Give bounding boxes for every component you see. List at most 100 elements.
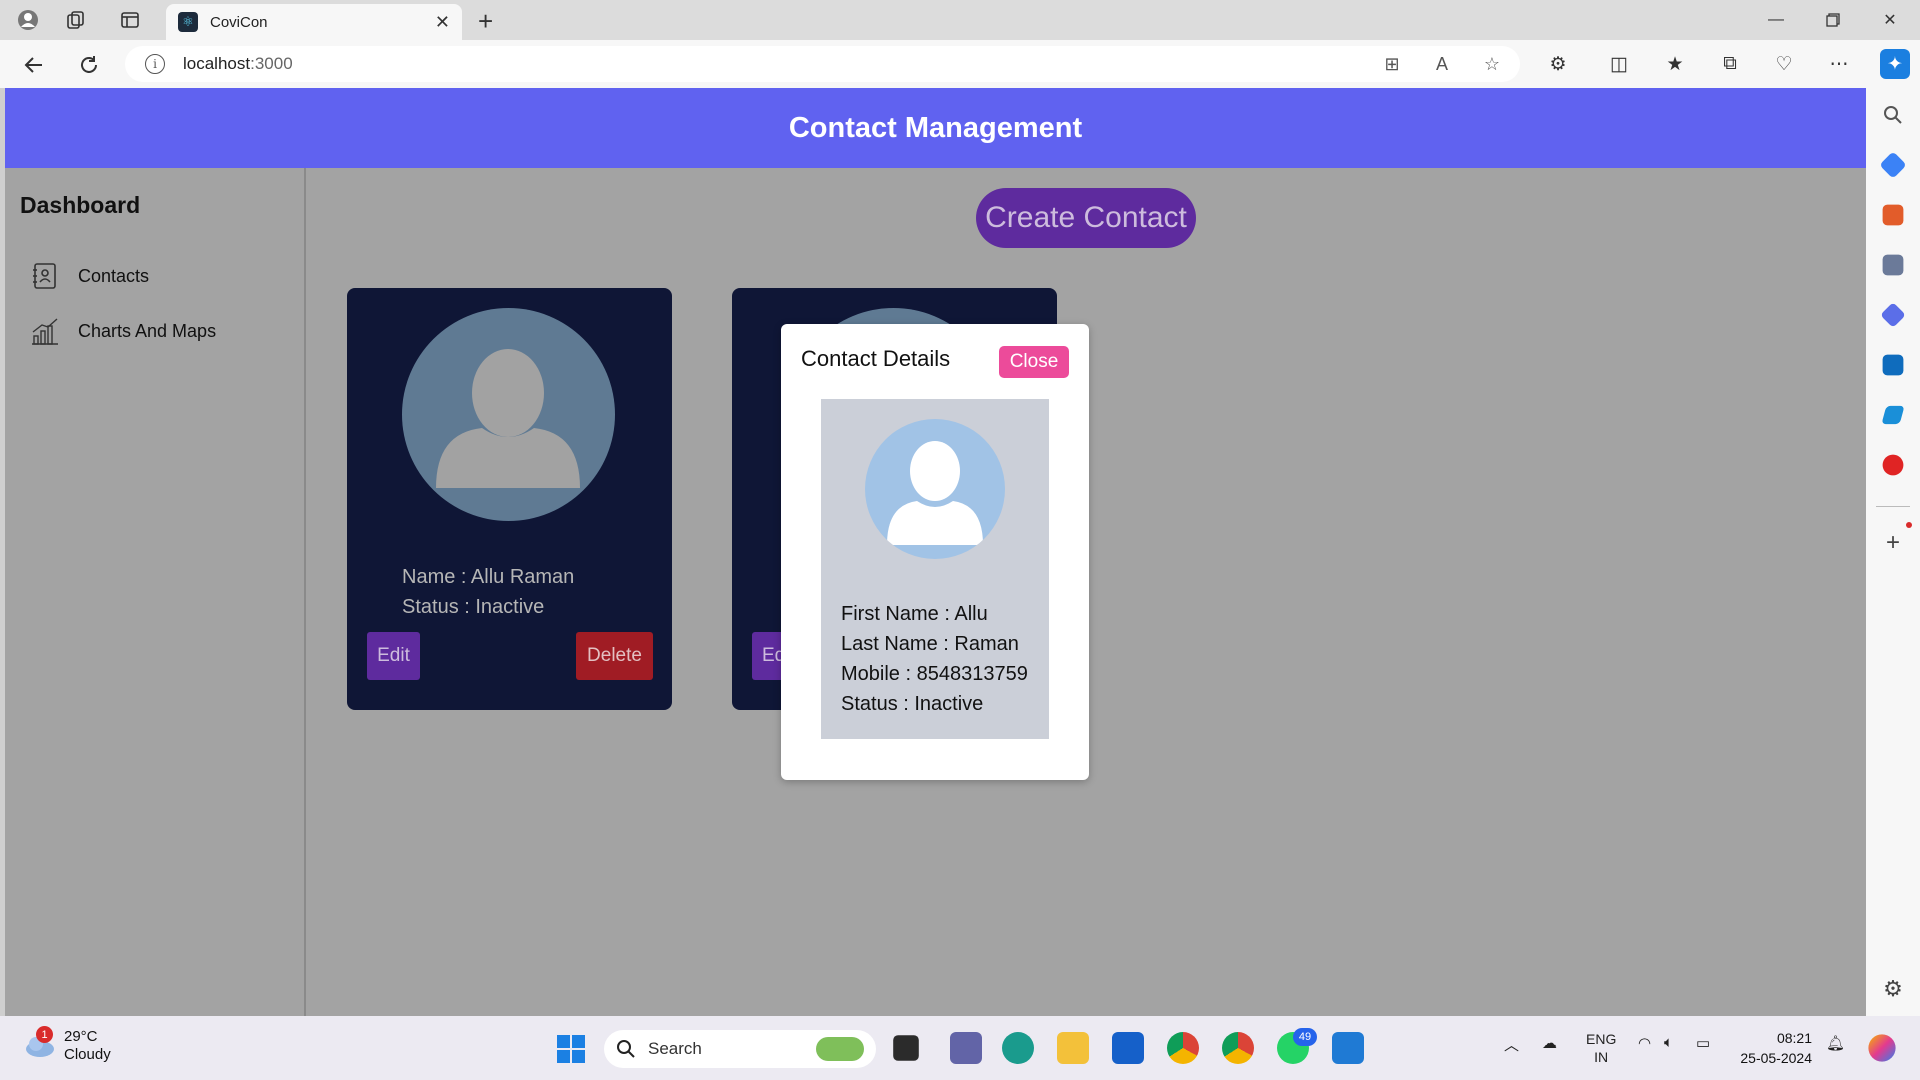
edge-browser-icon[interactable]	[1002, 1032, 1034, 1064]
person-placeholder-icon	[887, 441, 983, 545]
app-header: Contact Management	[5, 88, 1866, 168]
site-info-icon[interactable]: i	[145, 54, 165, 74]
browser-essentials-icon[interactable]: ♡	[1769, 49, 1799, 79]
notifications-bell-icon[interactable]: 🔔︎	[1826, 1034, 1845, 1052]
outlook-icon[interactable]	[1882, 354, 1904, 376]
close-tab-icon[interactable]: ✕	[435, 12, 450, 33]
address-bar[interactable]: i localhost:3000	[125, 46, 1520, 82]
weather-desc: Cloudy	[64, 1046, 111, 1063]
contact-status: Status : Inactive	[402, 596, 545, 618]
delete-button[interactable]: Delete	[576, 632, 653, 680]
restore-icon[interactable]	[1813, 6, 1853, 34]
sidebar-item-charts-and-maps[interactable]: Charts And Maps	[30, 313, 216, 349]
react-favicon-icon: ⚛	[178, 12, 198, 32]
sidebar-divider	[1876, 506, 1910, 507]
chrome-profile-icon[interactable]	[1222, 1032, 1254, 1064]
sidebar-search-icon[interactable]	[1880, 102, 1906, 128]
back-icon[interactable]	[19, 50, 49, 80]
battery-icon[interactable]: ▭	[1696, 1034, 1710, 1052]
chrome-icon[interactable]	[1167, 1032, 1199, 1064]
tab-title: CoviCon	[210, 13, 268, 31]
browser-tab-bar: ⚛ CoviCon ✕ + — ✕	[0, 0, 1920, 40]
app-title: Contact Management	[788, 111, 1083, 144]
wifi-icon[interactable]: ◠	[1638, 1034, 1651, 1052]
sidebar-title: Dashboard	[20, 192, 141, 218]
copilot-icon[interactable]: ✦	[1880, 49, 1910, 79]
windows-start-icon[interactable]	[556, 1034, 586, 1064]
teams-icon[interactable]	[950, 1032, 982, 1064]
tab-actions-icon[interactable]	[116, 6, 144, 34]
contacts-book-icon	[33, 263, 56, 289]
first-name: First Name : Allu	[841, 603, 988, 625]
extensions-icon[interactable]: ⚙	[1543, 49, 1573, 79]
vscode-icon[interactable]	[1332, 1032, 1364, 1064]
system-clock[interactable]: 08:21 25-05-2024	[1730, 1028, 1812, 1068]
search-highlight-icon	[816, 1037, 864, 1061]
modal-title: Contact Details	[801, 346, 951, 371]
add-sidebar-app-icon[interactable]: +	[1880, 529, 1906, 556]
sidebar-settings-icon[interactable]: ⚙	[1880, 976, 1906, 1002]
edit-button[interactable]: Edit	[367, 632, 420, 680]
split-screen-icon[interactable]: ◫	[1604, 49, 1634, 79]
contact-details-text: First Name : Allu Last Name : Raman Mobi…	[841, 599, 1028, 719]
file-explorer-icon[interactable]	[1057, 1032, 1089, 1064]
browser-toolbar: i localhost:3000 ⊞ A ☆ ⚙ ◫ ★ ⧉ ♡ ⋯ ✦	[0, 40, 1920, 88]
youtube-icon[interactable]	[1882, 454, 1904, 476]
close-button[interactable]: Close	[999, 346, 1069, 378]
collections-icon[interactable]: ⧉	[1715, 49, 1745, 79]
more-options-icon[interactable]: ⋯	[1824, 49, 1854, 79]
shopping-tag-icon[interactable]	[1879, 151, 1907, 179]
favorite-star-icon[interactable]: ☆	[1477, 49, 1507, 79]
onedrive-icon[interactable]: ☁	[1542, 1034, 1557, 1052]
web-page: Contact Management Dashboard Contacts Ch…	[5, 88, 1866, 1016]
language-indicator[interactable]: ENG IN	[1586, 1030, 1616, 1066]
last-name: Last Name : Raman	[841, 633, 1019, 655]
contact-details-modal: Contact Details Close First Name : Allu …	[781, 324, 1089, 780]
bar-chart-icon	[32, 318, 58, 345]
volume-icon[interactable]: 🔈︎	[1664, 1034, 1673, 1051]
app-available-icon[interactable]: ⊞	[1377, 49, 1407, 79]
contact-details-panel: First Name : Allu Last Name : Raman Mobi…	[821, 399, 1049, 739]
microsoft-store-icon[interactable]	[1112, 1032, 1144, 1064]
clock-date: 25-05-2024	[1740, 1050, 1812, 1066]
whatsapp-badge: 49	[1293, 1028, 1317, 1046]
mobile: Mobile : 8548313759	[841, 663, 1028, 685]
sidebar-item-label: Charts And Maps	[78, 320, 217, 341]
sidebar-item-contacts[interactable]: Contacts	[30, 258, 149, 294]
search-icon	[617, 1040, 635, 1058]
tools-briefcase-icon[interactable]	[1882, 204, 1904, 226]
minimize-icon[interactable]: —	[1756, 6, 1796, 34]
refresh-icon[interactable]	[74, 50, 104, 80]
microsoft-365-icon[interactable]	[1880, 302, 1906, 328]
contact-name: Name : Allu Raman	[402, 566, 575, 588]
cloud-icon: 1	[22, 1026, 56, 1058]
copilot-taskbar-icon[interactable]	[1868, 1034, 1896, 1062]
weather-text: 29°C Cloudy	[64, 1028, 111, 1064]
edge-sidebar: + ⚙	[1866, 88, 1920, 1016]
weather-badge: 1	[36, 1026, 53, 1043]
avatar	[865, 419, 1005, 559]
app-sidebar: Dashboard Contacts Charts And Maps	[5, 168, 306, 1016]
taskbar-search[interactable]: Search	[604, 1030, 876, 1068]
notification-dot	[1906, 522, 1912, 528]
games-icon[interactable]	[1882, 254, 1904, 276]
browser-tab-covicon[interactable]: ⚛ CoviCon ✕	[166, 4, 462, 40]
show-hidden-icons-icon[interactable]: ︿	[1504, 1034, 1519, 1055]
avatar	[402, 308, 615, 521]
favorites-icon[interactable]: ★	[1660, 49, 1690, 79]
weather-widget[interactable]: 1 29°C Cloudy	[22, 1026, 111, 1064]
workspaces-icon[interactable]	[62, 6, 90, 34]
read-aloud-icon[interactable]: A	[1427, 49, 1457, 79]
profile-icon[interactable]	[14, 6, 42, 34]
drop-send-icon[interactable]	[1881, 405, 1905, 425]
contact-card: Name : Allu Raman Status : Inactive Edit…	[347, 288, 672, 710]
url-text: localhost:3000	[183, 54, 293, 73]
close-window-icon[interactable]: ✕	[1870, 6, 1910, 34]
new-tab-icon[interactable]: +	[478, 6, 493, 37]
weather-temp: 29°C	[64, 1028, 98, 1045]
search-label: Search	[648, 1039, 702, 1058]
task-view-icon[interactable]	[893, 1035, 919, 1061]
create-contact-button[interactable]: Create Contact	[976, 188, 1196, 248]
contact-info: Name : Allu Raman Status : Inactive	[402, 562, 574, 622]
sidebar-item-label: Contacts	[78, 265, 150, 286]
